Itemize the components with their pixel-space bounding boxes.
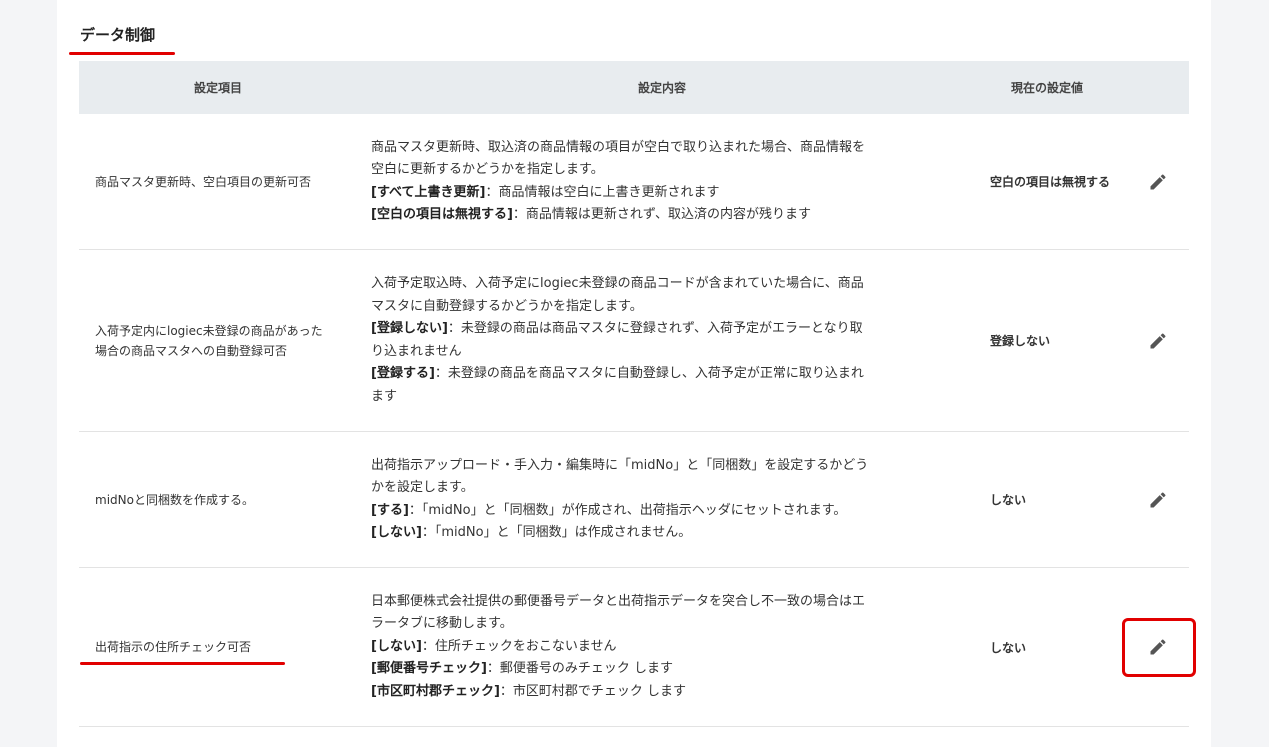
- table-header: 設定項目 設定内容 現在の設定値: [79, 61, 1189, 114]
- desc-text: ます: [371, 388, 398, 404]
- action-cell: [1127, 480, 1189, 520]
- desc-option: [登録する]: [371, 366, 435, 381]
- table-row: 入荷予定内にlogiec未登録の商品があった 場合の商品マスタへの自動登録可否 …: [79, 250, 1189, 432]
- desc-option: [空白の項目は無視する]: [371, 207, 513, 222]
- desc-option: [しない]: [371, 638, 422, 654]
- current-value: 空白の項目は無視する: [990, 175, 1111, 189]
- action-cell: [1127, 321, 1189, 361]
- current-value: 登録しない: [990, 334, 1051, 348]
- desc-text: ：市区町村郡でチェック します: [499, 683, 687, 699]
- row-name-underline: [80, 662, 285, 665]
- setting-description: 日本郵便株式会社提供の郵便番号データと出荷指示データを突合し不一致の場合はエ ラ…: [357, 591, 967, 704]
- desc-text: ：郵便番号のみチェック します: [486, 661, 674, 677]
- section-title: データ制御: [80, 26, 156, 44]
- desc-line: [しない]：「midNo」と「同梱数」は作成されません。: [371, 522, 967, 545]
- action-cell: [1127, 162, 1189, 202]
- desc-line: [登録しない]：未登録の商品は商品マスタに登録されず、入荷予定がエラーとなり取: [371, 318, 967, 341]
- table-row: 商品マスタ更新時、空白項目の更新可否 商品マスタ更新時、取込済の商品情報の項目が…: [79, 114, 1189, 250]
- setting-name-line: 入荷予定内にlogiec未登録の商品があった: [95, 323, 323, 338]
- header-current: 現在の設定値: [1010, 81, 1083, 95]
- desc-line: [する]：「midNo」と「同梱数」が作成され、出荷指示ヘッダにセットされます。: [371, 500, 967, 523]
- desc-text: かを設定します。: [371, 480, 474, 495]
- section-title-underline: [69, 52, 175, 55]
- desc-line: ます: [371, 386, 967, 409]
- current-value: しない: [990, 493, 1027, 507]
- pencil-icon: [1150, 332, 1166, 348]
- setting-name: 出荷指示の住所チェック可否: [79, 637, 357, 657]
- desc-text: ：住所チェックをおこないません: [421, 638, 617, 654]
- setting-description: 出荷指示アップロード・手入力・編集時に「midNo」と「同梱数」を設定するかどう…: [357, 455, 967, 545]
- desc-option: [する]: [371, 502, 409, 518]
- edit-button-highlight: [1122, 618, 1196, 677]
- setting-name: 商品マスタ更新時、空白項目の更新可否: [79, 172, 357, 192]
- desc-text: ：未登録の商品は商品マスタに登録されず、入荷予定がエラーとなり取: [447, 321, 863, 336]
- desc-text: 空白に更新するかどうかを指定します。: [371, 162, 604, 177]
- setting-description: 商品マスタ更新時、取込済の商品情報の項目が空白で取り込まれた場合、商品情報を 空…: [357, 137, 967, 227]
- desc-line: [しない]：住所チェックをおこないません: [371, 636, 967, 659]
- desc-text: ：商品情報は空白に上書き更新されます: [485, 184, 720, 200]
- desc-line: [郵便番号チェック]：郵便番号のみチェック します: [371, 658, 967, 681]
- header-item: 設定項目: [193, 81, 242, 95]
- table-row: 出荷指示の住所チェック可否 日本郵便株式会社提供の郵便番号データと出荷指示データ…: [79, 568, 1189, 727]
- desc-text: ラータブに移動します。: [371, 616, 513, 632]
- desc-text: ：商品情報は更新されず、取込済の内容が残ります: [512, 207, 811, 222]
- desc-line: 日本郵便株式会社提供の郵便番号データと出荷指示データを突合し不一致の場合はエ: [371, 591, 967, 614]
- header-content: 設定内容: [637, 81, 686, 95]
- desc-line: [すべて上書き更新]：商品情報は空白に上書き更新されます: [371, 182, 967, 205]
- setting-name: midNoと同梱数を作成する。: [79, 490, 357, 510]
- desc-line: り込まれません: [371, 341, 967, 364]
- desc-text: 商品マスタ更新時、取込済の商品情報の項目が空白で取り込まれた場合、商品情報を: [371, 139, 866, 155]
- desc-line: 入荷予定取込時、入荷予定にlogiec未登録の商品コードが含まれていた場合に、商…: [371, 273, 967, 296]
- setting-name-line: 商品マスタ更新時、空白項目の更新可否: [95, 174, 312, 189]
- setting-name-line: 場合の商品マスタへの自動登録可否: [95, 343, 288, 358]
- edit-button[interactable]: [1138, 162, 1178, 202]
- desc-text: ：「midNo」と「同梱数」が作成され、出荷指示ヘッダにセットされます。: [408, 502, 847, 518]
- desc-line: [市区町村郡チェック]：市区町村郡でチェック します: [371, 681, 967, 704]
- desc-text: ：未登録の商品を商品マスタに自動登録し、入荷予定が正常に取り込まれ: [434, 366, 864, 381]
- desc-option: [市区町村郡チェック]: [371, 683, 500, 699]
- setting-name-line: midNoと同梱数を作成する。: [95, 492, 254, 507]
- table-row: midNoと同梱数を作成する。 出荷指示アップロード・手入力・編集時に「midN…: [79, 432, 1189, 568]
- desc-line: 商品マスタ更新時、取込済の商品情報の項目が空白で取り込まれた場合、商品情報を: [371, 137, 967, 160]
- desc-text: 日本郵便株式会社提供の郵便番号データと出荷指示データを突合し不一致の場合はエ: [371, 593, 866, 609]
- desc-option: [すべて上書き更新]: [371, 184, 486, 200]
- desc-option: [登録しない]: [371, 321, 448, 336]
- desc-option: [郵便番号チェック]: [371, 661, 487, 677]
- pencil-icon: [1150, 491, 1166, 507]
- pencil-icon: [1150, 173, 1166, 189]
- desc-line: 出荷指示アップロード・手入力・編集時に「midNo」と「同梱数」を設定するかどう: [371, 455, 967, 478]
- setting-description: 入荷予定取込時、入荷予定にlogiec未登録の商品コードが含まれていた場合に、商…: [357, 273, 967, 408]
- desc-text: 入荷予定取込時、入荷予定にlogiec未登録の商品コードが含まれていた場合に、商…: [371, 276, 864, 291]
- edit-button[interactable]: [1138, 480, 1178, 520]
- desc-line: 空白に更新するかどうかを指定します。: [371, 159, 967, 182]
- desc-line: [登録する]：未登録の商品を商品マスタに自動登録し、入荷予定が正常に取り込まれ: [371, 363, 967, 386]
- setting-name: 入荷予定内にlogiec未登録の商品があった 場合の商品マスタへの自動登録可否: [79, 321, 357, 361]
- desc-line: かを設定します。: [371, 477, 967, 500]
- settings-table: 設定項目 設定内容 現在の設定値 商品マスタ更新時、空白項目の更新可否 商品マス…: [79, 61, 1189, 727]
- setting-name-line: 出荷指示の住所チェック可否: [95, 640, 252, 654]
- desc-text: り込まれません: [371, 343, 462, 359]
- desc-text: マスタに自動登録するかどうかを指定します。: [371, 298, 643, 314]
- current-value: しない: [990, 640, 1027, 655]
- desc-option: [しない]: [371, 525, 422, 540]
- desc-line: ラータブに移動します。: [371, 613, 967, 636]
- desc-line: [空白の項目は無視する]：商品情報は更新されず、取込済の内容が残ります: [371, 204, 967, 227]
- desc-line: マスタに自動登録するかどうかを指定します。: [371, 296, 967, 319]
- desc-text: 出荷指示アップロード・手入力・編集時に「midNo」と「同梱数」を設定するかどう: [371, 457, 869, 473]
- edit-button[interactable]: [1138, 321, 1178, 361]
- desc-text: ：「midNo」と「同梱数」は作成されません。: [421, 525, 692, 540]
